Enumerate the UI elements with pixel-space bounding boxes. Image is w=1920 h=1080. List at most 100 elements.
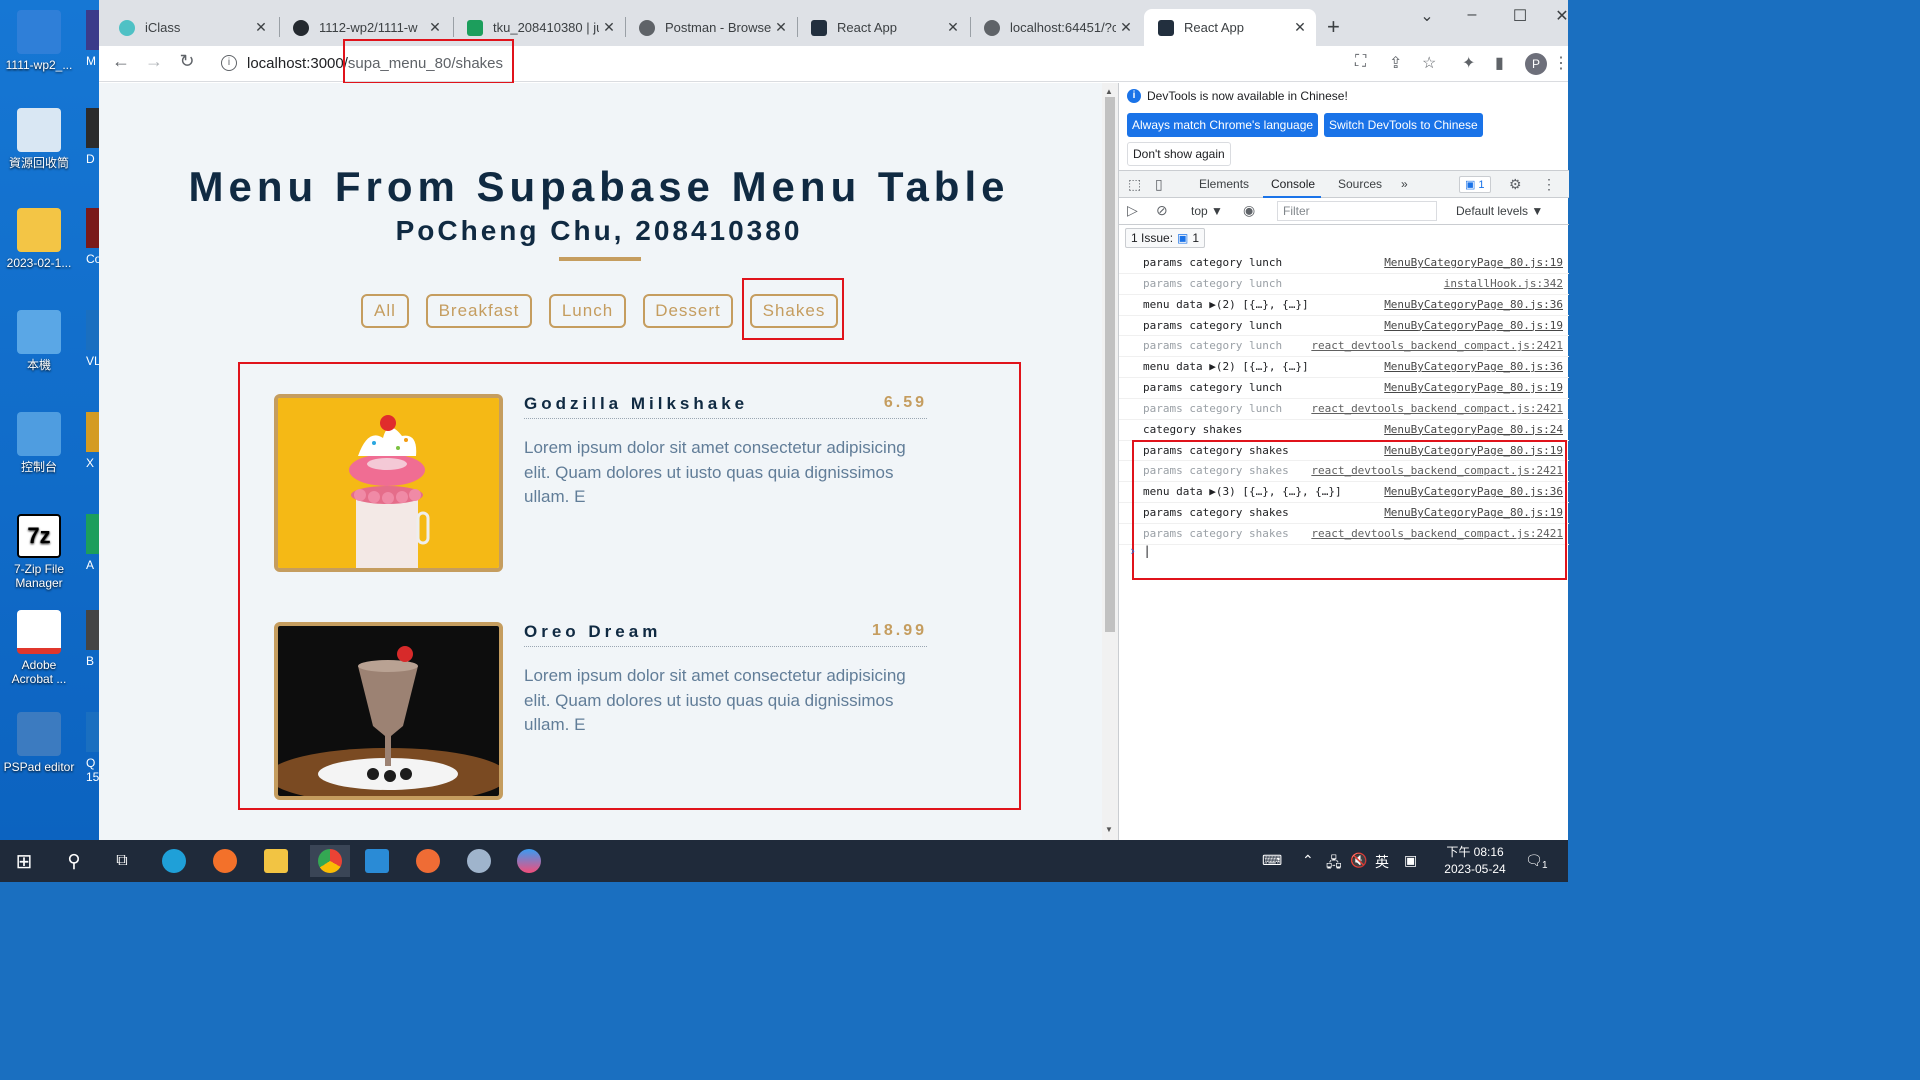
bookmark-star-icon[interactable]: ☆ xyxy=(1422,53,1436,73)
close-icon[interactable]: ✕ xyxy=(771,19,791,36)
tab-elements[interactable]: Elements xyxy=(1199,177,1249,191)
file-explorer-icon[interactable] xyxy=(260,845,292,877)
desktop-icon-partial[interactable]: D xyxy=(86,108,100,166)
page-scrollbar[interactable]: ▲ ▼ xyxy=(1102,83,1118,840)
console-source-link[interactable]: MenuByCategoryPage_80.js:19 xyxy=(1384,378,1563,398)
reload-icon[interactable]: ↻ xyxy=(175,51,199,72)
eye-icon[interactable]: ◉ xyxy=(1243,202,1255,219)
console-message[interactable]: menu data ▶(2) [{…}, {…}] xyxy=(1143,295,1309,315)
console-source-link[interactable]: MenuByCategoryPage_80.js:24 xyxy=(1384,420,1563,440)
maximize-icon[interactable]: ☐ xyxy=(1497,6,1543,26)
close-icon[interactable]: ✕ xyxy=(943,19,963,36)
desktop-icon-this-pc[interactable]: 本機 xyxy=(0,310,78,372)
translate-icon[interactable]: ⛶ xyxy=(1355,53,1366,71)
switch-language-button[interactable]: Switch DevTools to Chinese xyxy=(1324,113,1483,137)
back-icon[interactable]: ← xyxy=(109,51,133,72)
desktop-icon-partial[interactable]: A xyxy=(86,514,100,572)
clear-console-icon[interactable]: ⊘ xyxy=(1156,202,1168,219)
desktop-icon-acrobat[interactable]: Adobe Acrobat ... xyxy=(0,610,78,686)
scrollbar-thumb[interactable] xyxy=(1105,97,1115,632)
side-panel-icon[interactable]: ▮ xyxy=(1495,53,1504,73)
devtools-menu-icon[interactable]: ⋮ xyxy=(1542,176,1556,193)
site-info-icon[interactable]: i xyxy=(221,55,237,71)
context-select[interactable]: top ▼ xyxy=(1191,204,1223,218)
desktop-icon-project-folder[interactable]: 1111-wp2_... xyxy=(0,10,78,72)
desktop-icon-partial[interactable]: B xyxy=(86,610,100,668)
issues-badge[interactable]: ▣ 1 xyxy=(1459,176,1491,193)
desktop-icon-partial[interactable]: Q 15. xyxy=(86,712,100,784)
share-icon[interactable]: ⇪ xyxy=(1389,53,1402,73)
close-icon[interactable]: ✕ xyxy=(1116,19,1136,36)
forward-icon[interactable]: → xyxy=(142,51,166,72)
close-icon[interactable]: ✕ xyxy=(425,19,445,36)
desktop-icon-folder-2023[interactable]: 2023-02-1... xyxy=(0,208,78,270)
console-source-link[interactable]: react_devtools_backend_compact.js:2421 xyxy=(1311,336,1563,356)
console-source-link[interactable]: MenuByCategoryPage_80.js:36 xyxy=(1384,357,1563,377)
tab-console[interactable]: Console xyxy=(1271,177,1315,191)
start-windows-icon[interactable]: ⊞ xyxy=(8,845,40,877)
network-icon[interactable]: 🖧 xyxy=(1326,852,1342,876)
console-source-link[interactable]: MenuByCategoryPage_80.js:19 xyxy=(1384,253,1563,273)
scroll-down-icon[interactable]: ▼ xyxy=(1105,825,1113,834)
chevron-up-icon[interactable]: ⌃ xyxy=(1302,852,1314,869)
vscode-icon[interactable] xyxy=(361,845,393,877)
desktop-icon-recycle-bin[interactable]: 資源回收筒 xyxy=(0,108,78,170)
tab-sources[interactable]: Sources xyxy=(1338,177,1382,191)
edge-icon[interactable] xyxy=(158,845,190,877)
close-icon[interactable]: ✕ xyxy=(251,19,271,36)
browser-tab[interactable]: React App ✕ xyxy=(797,9,969,46)
postgres-icon[interactable] xyxy=(463,845,495,877)
desktop-icon-7zip[interactable]: 7z 7-Zip File Manager xyxy=(0,514,78,590)
minimize-icon[interactable]: – xyxy=(1449,6,1495,24)
inspect-element-icon[interactable]: ⬚ xyxy=(1128,176,1141,193)
desktop-icon-partial[interactable]: X xyxy=(86,412,100,470)
console-source-link[interactable]: installHook.js:342 xyxy=(1444,274,1563,294)
firefox-icon[interactable] xyxy=(209,845,241,877)
browser-tab[interactable]: Postman - Browser ✕ xyxy=(625,9,797,46)
drop-app-icon[interactable] xyxy=(513,845,545,877)
new-tab-button[interactable]: + xyxy=(1327,14,1340,40)
search-icon[interactable]: ⚲ xyxy=(58,845,90,877)
chrome-icon[interactable] xyxy=(310,845,350,877)
tab-search-icon[interactable]: ⌄ xyxy=(1404,6,1450,26)
postman-icon[interactable] xyxy=(412,845,444,877)
console-message[interactable]: menu data ▶(2) [{…}, {…}] xyxy=(1143,357,1309,377)
extensions-icon[interactable]: ✦ xyxy=(1462,53,1475,73)
task-view-icon[interactable]: ⧉ xyxy=(106,845,138,877)
volume-muted-icon[interactable]: 🔇 xyxy=(1350,852,1367,869)
console-source-link[interactable]: MenuByCategoryPage_80.js:19 xyxy=(1384,316,1563,336)
desktop-icon-partial[interactable]: VL xyxy=(86,310,100,368)
desktop-icon-partial[interactable]: M xyxy=(86,10,100,68)
settings-gear-icon[interactable]: ⚙ xyxy=(1509,176,1522,193)
close-icon[interactable]: ✕ xyxy=(1290,19,1310,36)
filter-breakfast-button[interactable]: Breakfast xyxy=(426,294,532,328)
ime-mode-icon[interactable]: ▣ xyxy=(1404,852,1417,869)
log-levels-select[interactable]: Default levels ▼ xyxy=(1456,204,1543,218)
issues-counter[interactable]: 1 Issue: ▣ 1 xyxy=(1125,228,1206,248)
desktop-icon-pspad[interactable]: PSPad editor xyxy=(0,712,78,774)
filter-lunch-button[interactable]: Lunch xyxy=(549,294,626,328)
notification-icon[interactable]: 🗨 xyxy=(1525,852,1543,869)
browser-tab-active[interactable]: React App ✕ xyxy=(1144,9,1316,46)
close-icon[interactable]: ✕ xyxy=(599,19,619,36)
desktop-icon-control-panel[interactable]: 控制台 xyxy=(0,412,78,474)
console-source-link[interactable]: react_devtools_backend_compact.js:2421 xyxy=(1311,399,1563,419)
device-toggle-icon[interactable]: ▯ xyxy=(1155,176,1163,193)
console-prompt[interactable]: › | xyxy=(1129,544,1151,558)
match-language-button[interactable]: Always match Chrome's language xyxy=(1127,113,1319,137)
sidebar-toggle-icon[interactable]: ▷ xyxy=(1127,202,1138,219)
more-tabs-icon[interactable]: » xyxy=(1401,177,1408,191)
ime-indicator[interactable]: 英 xyxy=(1375,852,1389,872)
browser-tab[interactable]: localhost:64451/?c ✕ xyxy=(970,9,1142,46)
dont-show-again-button[interactable]: Don't show again xyxy=(1127,142,1231,166)
scroll-up-icon[interactable]: ▲ xyxy=(1105,87,1113,96)
window-close-icon[interactable]: ✕ xyxy=(1539,6,1585,26)
profile-avatar[interactable]: P xyxy=(1525,53,1547,75)
browser-tab[interactable]: iClass ✕ xyxy=(105,9,277,46)
filter-dessert-button[interactable]: Dessert xyxy=(643,294,733,328)
desktop-icon-partial[interactable]: Co xyxy=(86,208,100,266)
keyboard-icon[interactable]: ⌨ xyxy=(1262,852,1282,869)
clock[interactable]: 下午 08:16 2023-05-24 xyxy=(1440,844,1510,878)
console-filter-input[interactable]: Filter xyxy=(1277,201,1437,221)
filter-all-button[interactable]: All xyxy=(361,294,409,328)
